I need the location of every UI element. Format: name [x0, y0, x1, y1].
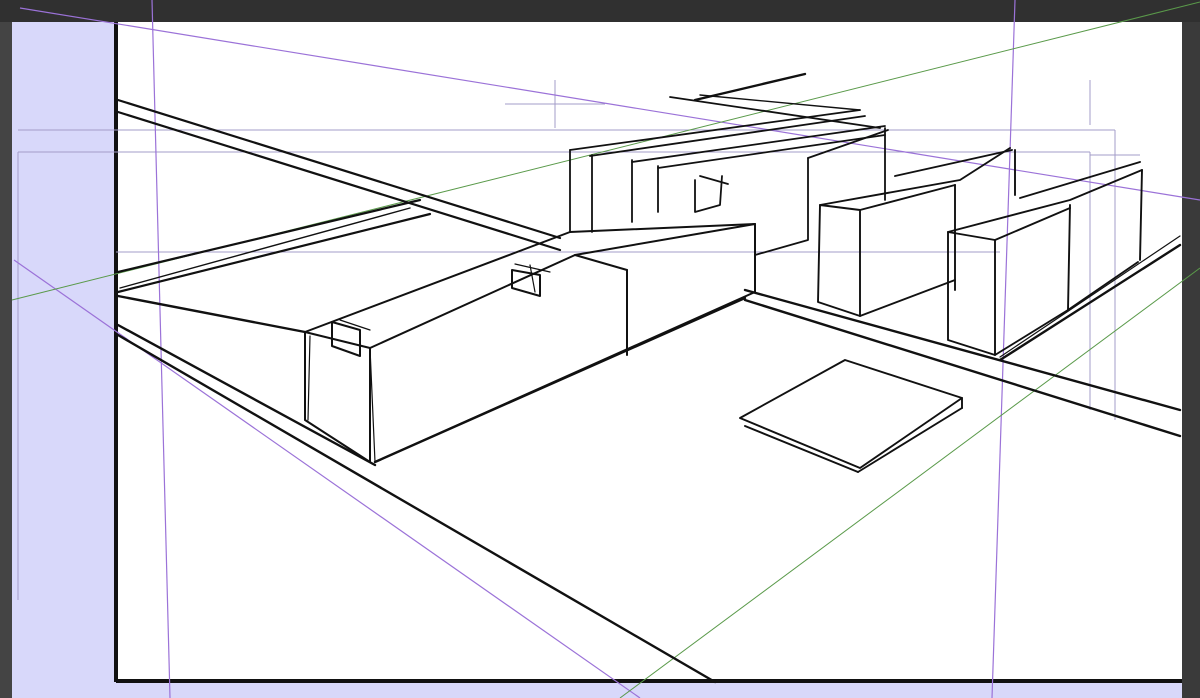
canvas-paper[interactable]	[116, 22, 1182, 682]
canvas-viewport[interactable]	[0, 0, 1200, 698]
drawing-app-window	[0, 0, 1200, 698]
